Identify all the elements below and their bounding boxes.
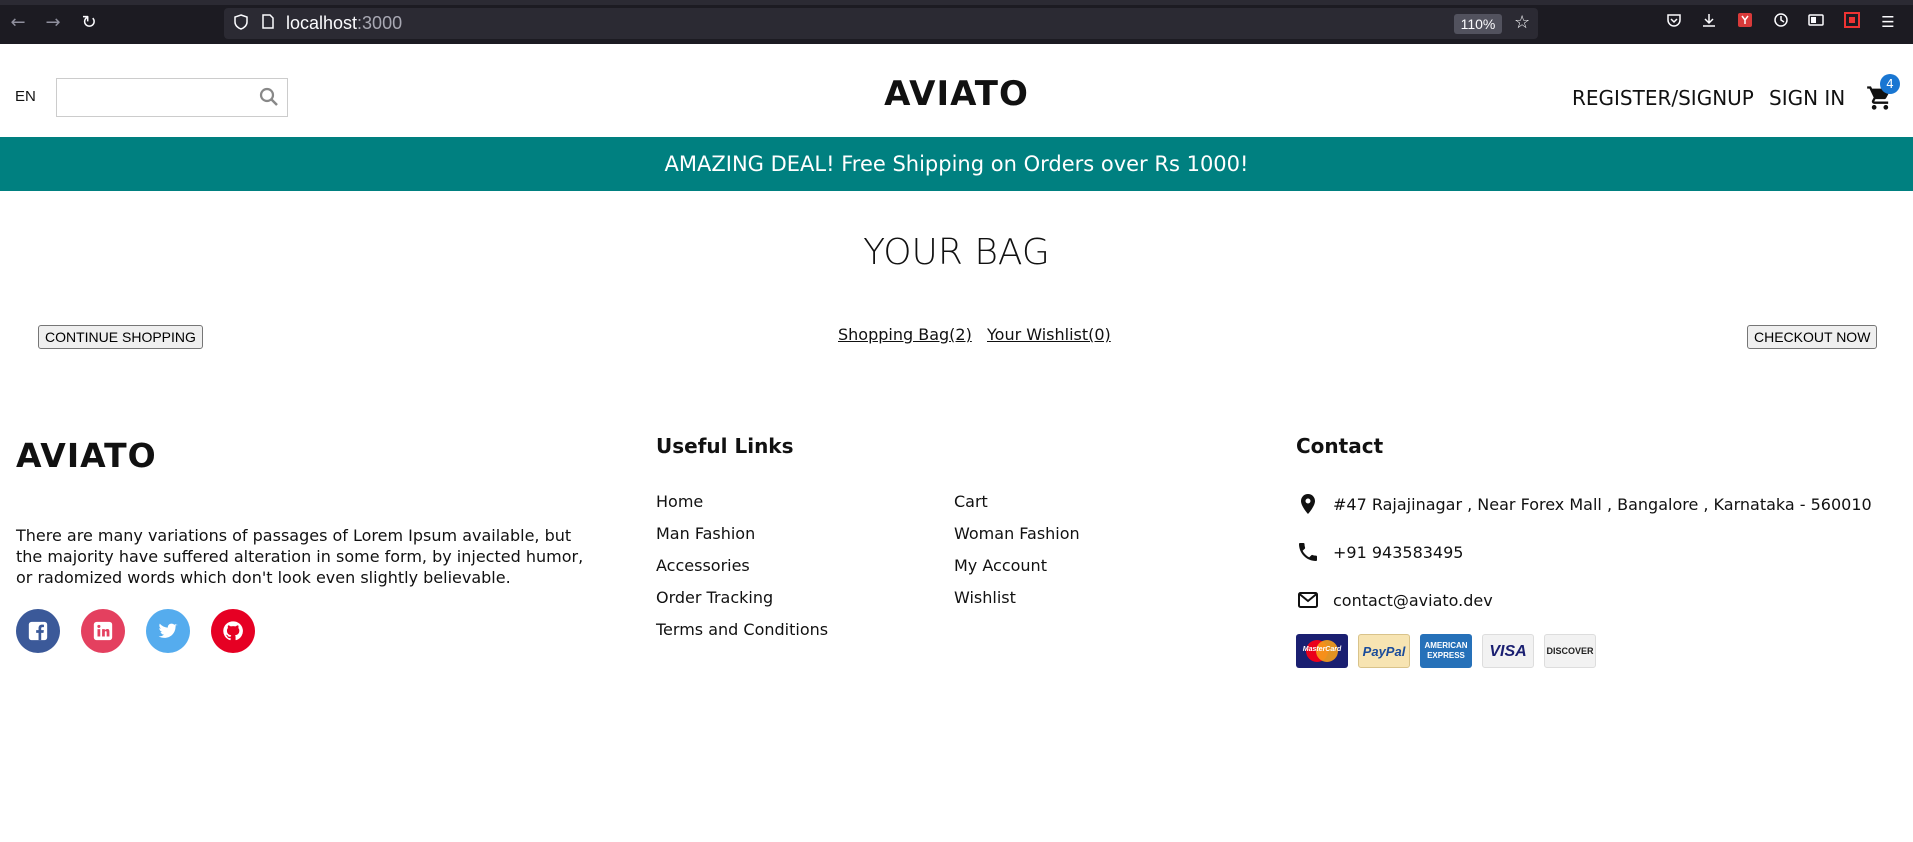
pocket-icon[interactable] [1664,12,1684,32]
signin-link[interactable]: SIGN IN [1769,86,1845,110]
extension-icon[interactable] [1735,12,1755,32]
useful-links-heading: Useful Links [656,434,794,458]
reload-icon[interactable]: ↻ [78,12,100,34]
footer-logo: AVIATO [16,436,157,475]
footer-link-home[interactable]: Home [656,492,703,511]
back-icon[interactable]: ← [7,12,29,34]
wishlist-link[interactable]: Your Wishlist(0) [987,325,1111,344]
footer-link-wishlist[interactable]: Wishlist [954,588,1016,607]
visa-icon: VISA [1482,634,1534,668]
footer-link-cart[interactable]: Cart [954,492,988,511]
footer-link-order-tracking[interactable]: Order Tracking [656,588,773,607]
contact-email[interactable]: contact@aviato.dev [1333,591,1493,610]
announcement-bar: AMAZING DEAL! Free Shipping on Orders ov… [0,137,1913,191]
contact-heading: Contact [1296,434,1384,458]
shield-icon[interactable] [234,14,248,35]
page-title: YOUR BAG [863,232,1050,273]
footer-link-my-account[interactable]: My Account [954,556,1047,575]
location-pin-icon [1301,494,1315,514]
footer-link-accessories[interactable]: Accessories [656,556,750,575]
register-link[interactable]: REGISTER/SIGNUP [1572,86,1754,110]
zoom-level-badge[interactable]: 110% [1454,14,1502,34]
shopping-bag-link[interactable]: Shopping Bag(2) [838,325,972,344]
facebook-icon[interactable] [16,609,60,653]
contact-phone: +91 943583495 [1333,543,1464,562]
github-icon[interactable] [211,609,255,653]
discover-icon: DISCOVER [1544,634,1596,668]
linkedin-icon[interactable] [81,609,125,653]
screenshot-icon[interactable] [1842,12,1862,32]
download-icon[interactable] [1699,12,1719,32]
url-bar[interactable]: localhost:3000 110% ☆ [224,8,1538,39]
browser-toolbar: ← → ↻ localhost:3000 110% ☆ ☰ [0,0,1913,44]
continue-shopping-button[interactable]: CONTINUE SHOPPING [38,325,203,349]
menu-icon[interactable]: ☰ [1878,12,1898,32]
amex-icon: AMERICAN EXPRESS [1420,634,1472,668]
footer-link-man-fashion[interactable]: Man Fashion [656,524,755,543]
footer-link-woman-fashion[interactable]: Woman Fashion [954,524,1080,543]
mail-icon [1298,592,1318,608]
site-header: EN AVIATO REGISTER/SIGNUP SIGN IN 4 [0,44,1913,137]
footer-description: There are many variations of passages of… [16,526,584,587]
twitter-icon[interactable] [146,609,190,653]
page-icon[interactable] [262,14,274,34]
phone-icon [1299,543,1317,561]
reader-icon[interactable] [1806,12,1826,32]
forward-icon[interactable]: → [42,12,64,34]
paypal-icon: PayPal [1358,634,1410,668]
contact-address: #47 Rajajinagar , Near Forex Mall , Bang… [1333,495,1872,514]
star-icon[interactable]: ☆ [1514,12,1530,33]
url-text[interactable]: localhost:3000 [286,13,402,34]
mastercard-icon: MasterCard [1296,634,1348,668]
footer-link-terms[interactable]: Terms and Conditions [656,620,828,639]
checkout-button[interactable]: CHECKOUT NOW [1747,325,1878,349]
history-icon[interactable] [1771,12,1791,32]
tab-strip-edge [0,0,1913,5]
cart-count-badge: 4 [1880,74,1900,94]
